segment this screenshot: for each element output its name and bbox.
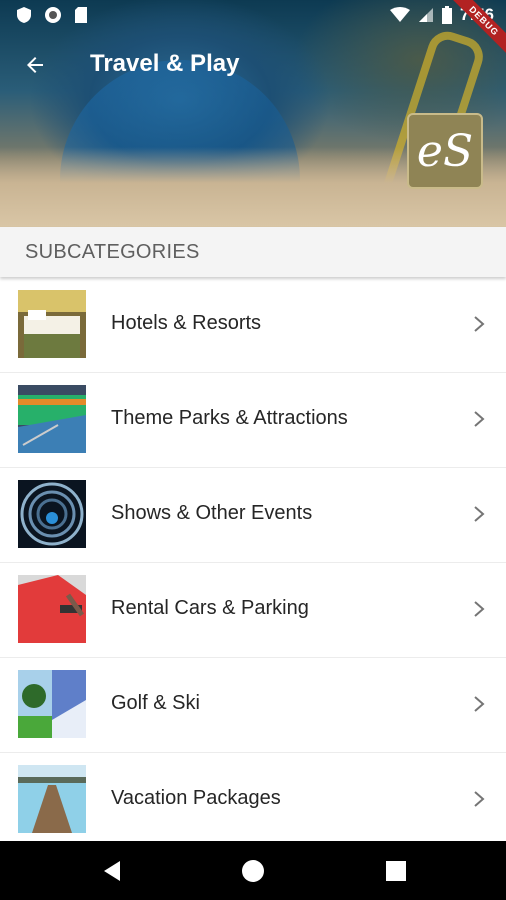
arrow-back-icon	[27, 57, 43, 73]
subcategories-heading: SUBCATEGORIES	[25, 241, 200, 263]
record-icon	[45, 7, 61, 23]
subcategories-header: SUBCATEGORIES	[0, 227, 506, 277]
list-item-shows-events[interactable]: Shows & Other Events	[0, 468, 506, 563]
list-item-hotels-resorts[interactable]: Hotels & Resorts	[0, 278, 506, 373]
signal-icon	[418, 8, 433, 22]
sd-card-icon	[75, 7, 87, 23]
nav-recents-icon[interactable]	[384, 859, 408, 883]
list-item-label: Shows & Other Events	[111, 502, 313, 524]
battery-icon	[441, 6, 452, 24]
back-button[interactable]	[18, 48, 52, 82]
list-item-golf-ski[interactable]: Golf & Ski	[0, 658, 506, 753]
shield-icon	[17, 7, 31, 23]
list-item-theme-parks[interactable]: Theme Parks & Attractions	[0, 373, 506, 468]
theme-park-thumbnail	[18, 385, 86, 453]
brand-logo: eS	[407, 113, 483, 189]
nav-home-icon[interactable]	[241, 859, 265, 883]
hotel-room-thumbnail	[18, 290, 86, 358]
list-item-label: Theme Parks & Attractions	[111, 407, 348, 429]
list-item-vacation-packages[interactable]: Vacation Packages	[0, 753, 506, 848]
list-item-label: Rental Cars & Parking	[111, 597, 309, 619]
list-item-rental-cars[interactable]: Rental Cars & Parking	[0, 563, 506, 658]
shows-thumbnail	[18, 480, 86, 548]
header-banner: 7:56 DEBUG Travel & Play eS	[0, 0, 506, 227]
vacation-thumbnail	[18, 765, 86, 833]
system-nav-bar	[0, 841, 506, 900]
chevron-right-icon	[474, 316, 485, 332]
subcategory-list: Hotels & Resorts Theme Parks & Attractio…	[0, 278, 506, 848]
page-title: Travel & Play	[90, 50, 240, 77]
nav-back-icon[interactable]	[100, 859, 124, 883]
chevron-right-icon	[474, 506, 485, 522]
status-bar: 7:56 DEBUG	[0, 0, 506, 60]
chevron-right-icon	[474, 411, 485, 427]
chevron-right-icon	[474, 791, 485, 807]
list-item-label: Vacation Packages	[111, 787, 281, 809]
rental-car-thumbnail	[18, 575, 86, 643]
list-item-label: Hotels & Resorts	[111, 312, 262, 334]
list-item-label: Golf & Ski	[111, 692, 200, 714]
chevron-right-icon	[474, 601, 485, 617]
wifi-icon	[389, 7, 410, 22]
chevron-right-icon	[474, 696, 485, 712]
golf-ski-thumbnail	[18, 670, 86, 738]
